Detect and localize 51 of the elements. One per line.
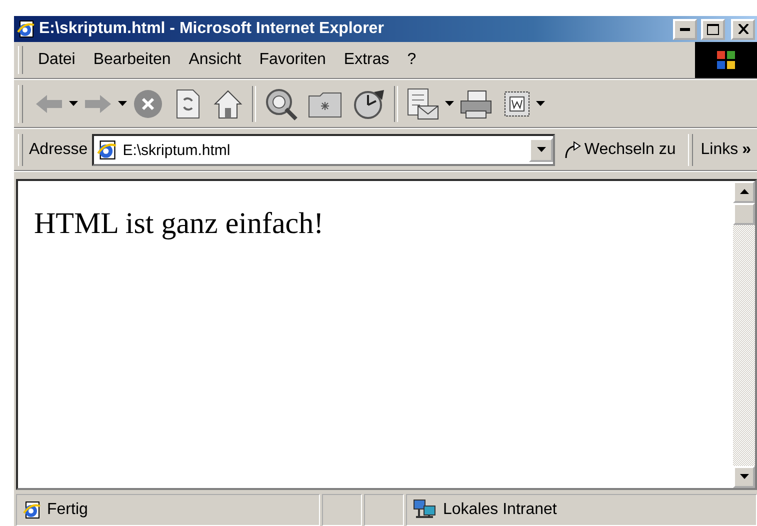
- page-text: HTML ist ganz einfach!: [34, 207, 325, 241]
- menu-item[interactable]: ?: [398, 47, 426, 73]
- windows-logo-icon: [715, 49, 737, 71]
- menu-item[interactable]: Favoriten: [250, 47, 335, 73]
- caret-icon: [118, 101, 127, 107]
- minimize-button[interactable]: [673, 18, 697, 40]
- browser-icon: [23, 501, 41, 519]
- back-arrow-icon: [34, 93, 64, 115]
- network-icon: [413, 499, 437, 521]
- scrollbar[interactable]: [733, 181, 755, 488]
- address-label: Adresse: [29, 141, 89, 159]
- maximize-icon: [707, 24, 719, 34]
- scroll-down-button[interactable]: [733, 466, 755, 488]
- house-icon: [212, 88, 244, 120]
- stop-icon: [132, 88, 164, 120]
- menu-item[interactable]: Ansicht: [180, 47, 250, 73]
- caret-icon: [69, 101, 78, 107]
- address-value: E:\skriptum.html: [122, 142, 232, 158]
- dropdown-button[interactable]: [529, 138, 554, 162]
- address-field[interactable]: E:\skriptum.html: [92, 134, 556, 166]
- close-button[interactable]: [731, 18, 755, 40]
- close-icon: [738, 24, 748, 34]
- maximize-button[interactable]: [701, 18, 725, 40]
- scroll-up-button[interactable]: [733, 181, 755, 203]
- search-icon: [264, 87, 298, 121]
- folder-icon: [308, 90, 342, 118]
- caret-icon: [445, 101, 454, 107]
- browser-icon: [17, 20, 35, 38]
- refresh-icon: [174, 88, 202, 120]
- browser-icon: [96, 140, 117, 160]
- window-title: E:\skriptum.html - Microsoft Internet Explorer: [39, 20, 385, 38]
- menu-item[interactable]: Extras: [334, 47, 398, 73]
- mail-icon: [406, 88, 440, 120]
- links-button[interactable]: Links: [698, 141, 740, 159]
- scroll-thumb[interactable]: [733, 203, 755, 225]
- status-text: Fertig: [47, 501, 88, 519]
- zone-text: Lokales Intranet: [443, 501, 557, 519]
- menu-item[interactable]: Datei: [29, 47, 84, 73]
- go-button[interactable]: Wechseln zu: [555, 141, 684, 159]
- up-arrow-icon: [740, 189, 748, 195]
- forward-arrow-icon: [83, 93, 113, 115]
- more-links-button[interactable]: »: [740, 141, 753, 159]
- caret-icon: [536, 101, 545, 107]
- menu-item[interactable]: Bearbeiten: [84, 47, 180, 73]
- clock-icon: [352, 88, 386, 120]
- caret-icon: [536, 147, 546, 153]
- document-icon: [503, 90, 531, 118]
- curved-arrow-icon: [563, 141, 582, 159]
- minimize-icon: [680, 28, 690, 30]
- down-arrow-icon: [740, 474, 748, 480]
- printer-icon: [459, 89, 493, 119]
